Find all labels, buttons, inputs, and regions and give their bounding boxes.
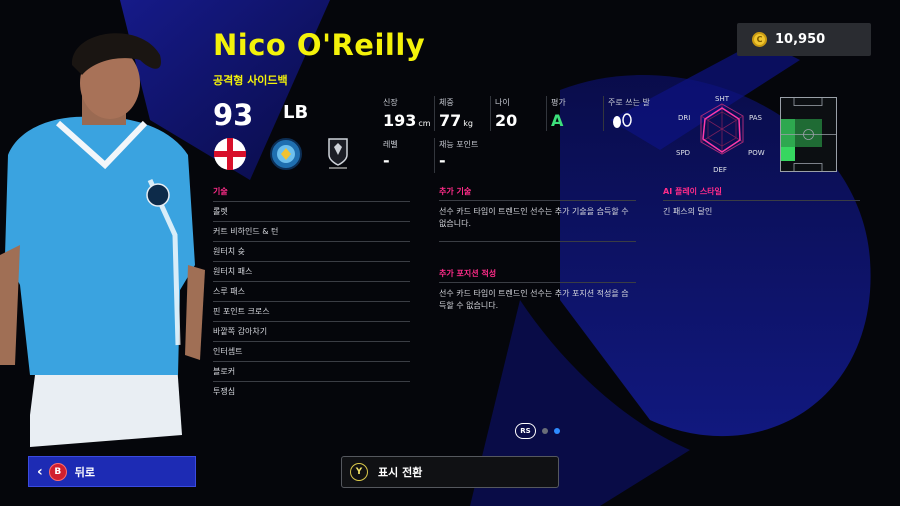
coin-amount: 10,950 [775,32,826,47]
page-dot-1[interactable] [542,428,548,434]
additional-skills-title: 추가 기술 [439,187,472,196]
coin-icon: C [752,32,767,47]
player-image [0,33,205,447]
skill-item[interactable]: 핀 포인트 크로스 [213,301,410,320]
preferred-foot-label: 주로 쓰는 발 [608,98,650,107]
skill-item[interactable]: 투쟁심 [213,381,410,400]
rs-stick-icon[interactable]: RS [515,423,536,439]
b-button-icon: B [48,462,67,481]
player-name: Nico O'Reilly [213,28,426,62]
ability-radar: SHT PAS POW DEF SPD DRI [676,95,765,174]
footprint-icon [613,113,632,128]
back-label: 뒤로 [74,465,96,479]
skill-item[interactable]: 인터셉트 [213,341,410,360]
skill-item[interactable]: 바깥쪽 감아차기 [213,321,410,340]
skill-item[interactable]: 블로커 [213,361,410,380]
ai-style-title: AI 플레이 스타일 [663,187,722,196]
skill-item[interactable]: 커트 비하인드 & 턴 [213,221,410,240]
england-flag-icon [214,138,246,170]
additional-positions-text: 선수 카드 타입이 트렌드인 선수는 추가 포지션 적성을 습득할 수 없습니다… [439,289,629,310]
position-code: LB [283,102,309,123]
radar-label-pas: PAS [749,114,763,122]
position-map [780,97,837,172]
talent-points-label: 재능 포인트 [439,140,479,149]
skill-item[interactable]: 원터치 슛 [213,241,410,260]
back-button[interactable]: ‹ B 뒤로 [28,456,196,487]
evaluation-value: A [551,111,564,130]
radar-label-pow: POW [748,149,765,157]
height-value: 193 cm [383,111,431,130]
ai-style-item: 긴 패스의 달인 [663,207,713,216]
league-logo-icon [328,138,348,169]
radar-label-def: DEF [713,166,727,174]
overall-rating: 93 [213,98,254,132]
height-label: 신장 [383,98,398,107]
radar-label-spd: SPD [676,149,690,157]
weight-label: 체중 [439,98,454,107]
chevron-left-icon: ‹ [37,463,43,480]
toggle-display-label: 표시 전환 [378,466,423,479]
weight-value: 77 kg [439,111,473,130]
skill-item[interactable]: 롤렛 [213,201,410,220]
club-crest-icon [270,138,302,170]
toggle-display-button[interactable]: Y 표시 전환 [341,456,559,488]
additional-skills-text: 선수 카드 타입이 트렌드인 선수는 추가 기술을 습득할 수 없습니다. [439,207,629,228]
level-label: 레벨 [383,140,398,149]
page-dot-2[interactable] [554,428,560,434]
talent-points-value: - [439,151,446,170]
age-label: 나이 [495,98,510,107]
position-type: 공격형 사이드백 [213,74,288,87]
age-value: 20 [495,111,518,130]
radar-label-sht: SHT [715,95,730,103]
evaluation-label: 평가 [551,98,566,107]
skill-item[interactable]: 스루 패스 [213,281,410,300]
level-value: - [383,151,390,170]
y-button-icon: Y [350,463,368,481]
coin-balance: C 10,950 [737,23,871,56]
additional-positions-title: 추가 포지션 적성 [439,269,497,278]
radar-label-dri: DRI [678,114,690,122]
skills-title: 기술 [213,187,228,196]
skill-item[interactable]: 원터치 패스 [213,261,410,280]
